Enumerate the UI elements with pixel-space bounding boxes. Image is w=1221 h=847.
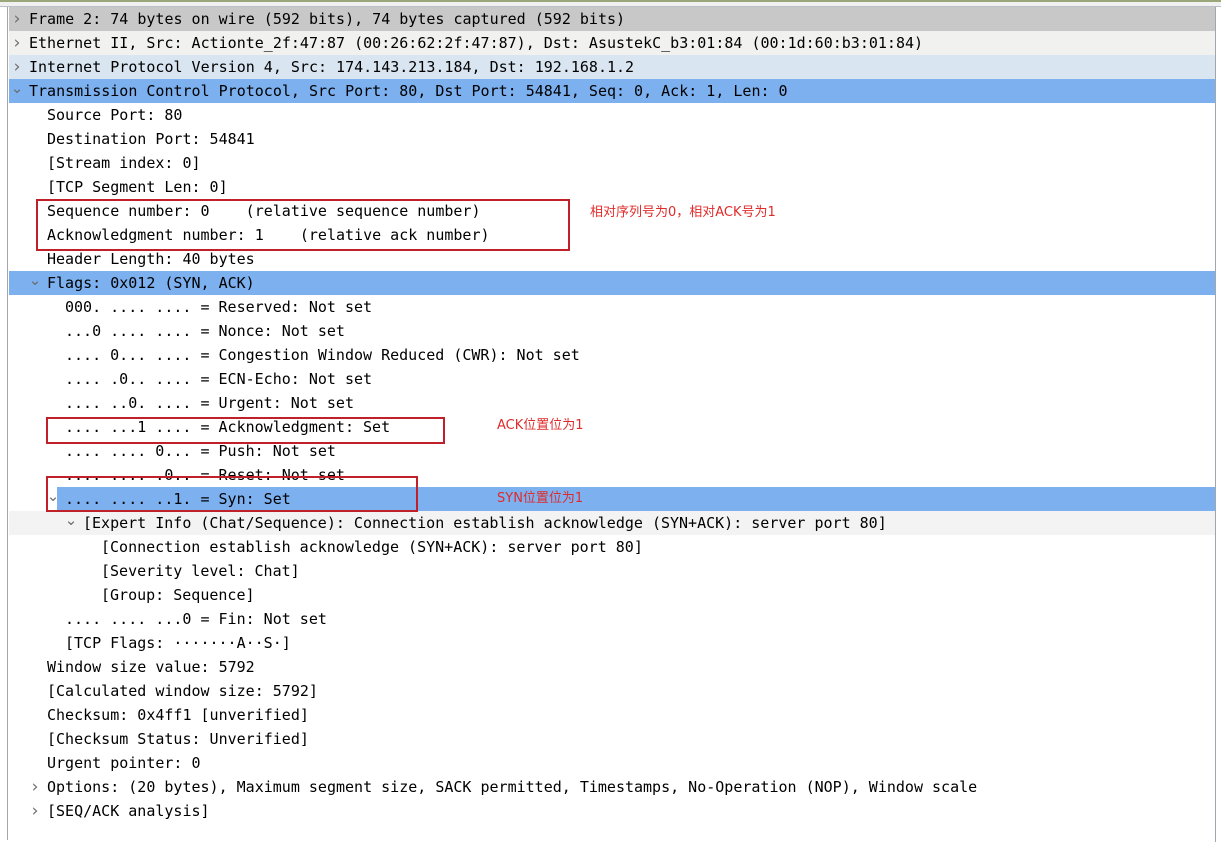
chevron-down-icon[interactable] bbox=[45, 487, 61, 512]
annotation-note-syn-bit: SYN位置位为1 bbox=[497, 491, 584, 506]
tree-row-flag-reset[interactable]: .... .... .0.. = Reset: Not set bbox=[9, 463, 1215, 487]
tree-row-expert-info[interactable]: [Expert Info (Chat/Sequence): Connection… bbox=[9, 511, 1215, 535]
tree-row-ipv4[interactable]: Internet Protocol Version 4, Src: 174.14… bbox=[9, 55, 1215, 79]
left-gutter-rail bbox=[0, 7, 8, 840]
tree-row-label: .... 0... .... = Congestion Window Reduc… bbox=[65, 346, 580, 364]
tree-row-label: [Stream index: 0] bbox=[47, 154, 201, 172]
tree-row-label: [Severity level: Chat] bbox=[101, 562, 300, 580]
tree-row-label: Transmission Control Protocol, Src Port:… bbox=[29, 82, 788, 100]
tree-row-seq-ack-analysis[interactable]: [SEQ/ACK analysis] bbox=[9, 799, 1215, 823]
chevron-down-icon[interactable] bbox=[63, 511, 79, 536]
tree-row-checksum-status[interactable]: [Checksum Status: Unverified] bbox=[9, 727, 1215, 751]
chevron-down-icon[interactable] bbox=[27, 271, 43, 296]
tree-row-frame[interactable]: Frame 2: 74 bytes on wire (592 bits), 74… bbox=[9, 7, 1215, 31]
tree-row-label: .... .... .0.. = Reset: Not set bbox=[65, 466, 345, 484]
tree-row-label: [Connection establish acknowledge (SYN+A… bbox=[101, 538, 643, 556]
tree-row-checksum[interactable]: Checksum: 0x4ff1 [unverified] bbox=[9, 703, 1215, 727]
tree-row-flag-syn[interactable]: .... .... ..1. = Syn: Set bbox=[9, 487, 1215, 511]
annotation-note-sequence-ack: 相对序列号为0，相对ACK号为1 bbox=[590, 205, 776, 220]
tree-row-label: [TCP Segment Len: 0] bbox=[47, 178, 228, 196]
annotation-note-ack-bit: ACK位置位为1 bbox=[497, 418, 584, 433]
wireshark-packet-details-window: Frame 2: 74 bytes on wire (592 bits), 74… bbox=[0, 0, 1221, 847]
tree-row-label: Ethernet II, Src: Actionte_2f:47:87 (00:… bbox=[29, 34, 924, 52]
packet-detail-tree[interactable]: Frame 2: 74 bytes on wire (592 bits), 74… bbox=[9, 7, 1215, 842]
tree-row-label: Header Length: 40 bytes bbox=[47, 250, 255, 268]
tree-row-ethernet[interactable]: Ethernet II, Src: Actionte_2f:47:87 (00:… bbox=[9, 31, 1215, 55]
chevron-right-icon[interactable] bbox=[27, 799, 43, 824]
top-accent-line bbox=[0, 0, 1221, 2]
tree-row-flag-ecn[interactable]: .... .0.. .... = ECN-Echo: Not set bbox=[9, 367, 1215, 391]
tree-row-label: Window size value: 5792 bbox=[47, 658, 255, 676]
window-top-strip bbox=[0, 0, 1221, 7]
tree-row-label: ...0 .... .... = Nonce: Not set bbox=[65, 322, 345, 340]
tree-row-label: Urgent pointer: 0 bbox=[47, 754, 201, 772]
tree-row-label: Internet Protocol Version 4, Src: 174.14… bbox=[29, 58, 635, 76]
tree-row-header-len[interactable]: Header Length: 40 bytes bbox=[9, 247, 1215, 271]
tree-row-label: .... .0.. .... = ECN-Echo: Not set bbox=[65, 370, 373, 388]
tree-row-segment-len[interactable]: [TCP Segment Len: 0] bbox=[9, 175, 1215, 199]
tree-row-label: Checksum: 0x4ff1 [unverified] bbox=[47, 706, 309, 724]
tree-row-label: .... ..0. .... = Urgent: Not set bbox=[65, 394, 354, 412]
tree-row-label: Flags: 0x012 (SYN, ACK) bbox=[47, 274, 255, 292]
tree-row-label: 000. .... .... = Reserved: Not set bbox=[65, 298, 373, 316]
tree-row-label: Acknowledgment number: 1 (relative ack n… bbox=[47, 226, 490, 244]
tree-row-flag-reserved[interactable]: 000. .... .... = Reserved: Not set bbox=[9, 295, 1215, 319]
bottom-rail bbox=[0, 842, 1221, 847]
tree-row-tcp-flags[interactable]: [TCP Flags: ·······A··S·] bbox=[9, 631, 1215, 655]
tree-row-dst-port[interactable]: Destination Port: 54841 bbox=[9, 127, 1215, 151]
tree-row-group[interactable]: [Group: Sequence] bbox=[9, 583, 1215, 607]
tree-row-label: .... .... ..1. = Syn: Set bbox=[65, 490, 291, 508]
chevron-right-icon[interactable] bbox=[9, 55, 25, 80]
tree-row-label: [SEQ/ACK analysis] bbox=[47, 802, 210, 820]
tree-row-flag-urgent[interactable]: .... ..0. .... = Urgent: Not set bbox=[9, 391, 1215, 415]
tree-row-label: Options: (20 bytes), Maximum segment siz… bbox=[47, 778, 978, 796]
tree-row-label: .... .... ...0 = Fin: Not set bbox=[65, 610, 327, 628]
tree-row-label: [Group: Sequence] bbox=[101, 586, 255, 604]
tree-row-ack-number[interactable]: Acknowledgment number: 1 (relative ack n… bbox=[9, 223, 1215, 247]
tree-row-options[interactable]: Options: (20 bytes), Maximum segment siz… bbox=[9, 775, 1215, 799]
tree-row-label: [Calculated window size: 5792] bbox=[47, 682, 318, 700]
tree-row-window-size[interactable]: Window size value: 5792 bbox=[9, 655, 1215, 679]
chevron-right-icon[interactable] bbox=[9, 7, 25, 32]
chevron-right-icon[interactable] bbox=[9, 31, 25, 56]
tree-row-calc-window[interactable]: [Calculated window size: 5792] bbox=[9, 679, 1215, 703]
tree-row-label: Source Port: 80 bbox=[47, 106, 183, 124]
chevron-right-icon[interactable] bbox=[27, 775, 43, 800]
tree-row-flag-push[interactable]: .... .... 0... = Push: Not set bbox=[9, 439, 1215, 463]
tree-row-stream-index[interactable]: [Stream index: 0] bbox=[9, 151, 1215, 175]
tree-row-expert-msg[interactable]: [Connection establish acknowledge (SYN+A… bbox=[9, 535, 1215, 559]
right-gutter-rail bbox=[1215, 7, 1221, 847]
tree-row-urgent-ptr[interactable]: Urgent pointer: 0 bbox=[9, 751, 1215, 775]
tree-row-label: .... .... 0... = Push: Not set bbox=[65, 442, 336, 460]
tree-row-flags[interactable]: Flags: 0x012 (SYN, ACK) bbox=[9, 271, 1215, 295]
tree-row-label: Sequence number: 0 (relative sequence nu… bbox=[47, 202, 481, 220]
tree-row-flag-nonce[interactable]: ...0 .... .... = Nonce: Not set bbox=[9, 319, 1215, 343]
tree-row-label: [Expert Info (Chat/Sequence): Connection… bbox=[83, 514, 887, 532]
tree-row-label: Destination Port: 54841 bbox=[47, 130, 255, 148]
tree-row-label: [Checksum Status: Unverified] bbox=[47, 730, 309, 748]
tree-row-label: Frame 2: 74 bytes on wire (592 bits), 74… bbox=[29, 10, 626, 28]
tree-row-flag-ack[interactable]: .... ...1 .... = Acknowledgment: Set bbox=[9, 415, 1215, 439]
tree-row-tcp[interactable]: Transmission Control Protocol, Src Port:… bbox=[9, 79, 1215, 103]
tree-row-label: [TCP Flags: ·······A··S·] bbox=[65, 634, 291, 652]
chevron-down-icon[interactable] bbox=[9, 79, 25, 104]
tree-row-severity[interactable]: [Severity level: Chat] bbox=[9, 559, 1215, 583]
tree-row-flag-fin[interactable]: .... .... ...0 = Fin: Not set bbox=[9, 607, 1215, 631]
tree-row-src-port[interactable]: Source Port: 80 bbox=[9, 103, 1215, 127]
tree-row-flag-cwr[interactable]: .... 0... .... = Congestion Window Reduc… bbox=[9, 343, 1215, 367]
tree-row-label: .... ...1 .... = Acknowledgment: Set bbox=[65, 418, 391, 436]
